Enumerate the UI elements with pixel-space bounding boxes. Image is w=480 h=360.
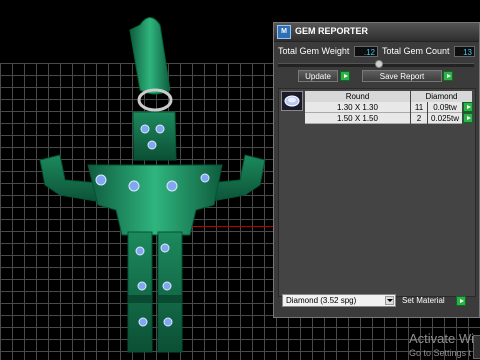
material-select[interactable]: Diamond (3.52 spg) [282, 294, 396, 307]
set-material-arrow-icon[interactable] [456, 296, 466, 306]
left-knee-band [128, 295, 152, 303]
gem [147, 140, 157, 150]
gem [138, 317, 148, 327]
gem [95, 174, 107, 186]
weight-slider[interactable] [278, 60, 474, 68]
gem-size-cell: 1.50 X 1.50 [305, 113, 410, 124]
gem-count-cell: 2 [411, 113, 427, 124]
chevron-down-icon[interactable] [385, 296, 394, 305]
panel-titlebar[interactable]: M GEM REPORTER [274, 23, 479, 42]
panel-title: GEM REPORTER [295, 26, 369, 36]
update-button[interactable]: Update [298, 70, 338, 82]
save-report-button[interactable]: Save Report [362, 70, 442, 82]
save-report-arrow-icon[interactable] [443, 71, 453, 81]
gem [166, 180, 178, 192]
gem [128, 180, 140, 192]
total-weight-label: Total Gem Weight [278, 46, 350, 56]
gem [200, 173, 210, 183]
activate-windows-watermark: Activate Wind [409, 331, 480, 346]
shape-header: Round [305, 91, 410, 102]
bail [129, 17, 171, 95]
row-arrow-icon[interactable] [463, 102, 473, 112]
gem-reporter-panel: M GEM REPORTER Total Gem Weight .12 Tota… [273, 22, 480, 318]
gem [137, 281, 147, 291]
total-count-label: Total Gem Count [382, 46, 450, 56]
total-count-value: 13 [454, 46, 475, 57]
gem-weight-cell: 0.09tw [428, 102, 462, 113]
head [132, 111, 177, 161]
set-material-label[interactable]: Set Material [402, 296, 445, 305]
update-arrow-icon[interactable] [340, 71, 350, 81]
gem [155, 124, 165, 134]
gem [135, 246, 145, 256]
gem [162, 281, 172, 291]
gem-size-cell: 1.30 X 1.30 [305, 102, 410, 113]
app-logo-icon: M [277, 25, 291, 39]
total-weight-value: .12 [354, 46, 378, 57]
corner-app-icon[interactable] [473, 335, 480, 359]
gem [160, 243, 170, 253]
right-knee-band [158, 295, 182, 303]
gem-count-cell: 11 [411, 102, 427, 113]
gem [140, 124, 150, 134]
slider-knob[interactable] [375, 60, 383, 68]
stone-header: Diamond [411, 91, 472, 102]
gem [163, 317, 173, 327]
gem-weight-cell: 0.025tw [428, 113, 462, 124]
activate-windows-subtext: Go to Settings t [409, 348, 472, 358]
row-arrow-icon[interactable] [463, 113, 473, 123]
material-select-value: Diamond (3.52 spg) [286, 296, 357, 305]
gem-list: Round Diamond 1.30 X 1.30 11 0.09tw 1.50… [278, 88, 476, 297]
round-diamond-thumbnail-icon[interactable] [281, 91, 303, 111]
